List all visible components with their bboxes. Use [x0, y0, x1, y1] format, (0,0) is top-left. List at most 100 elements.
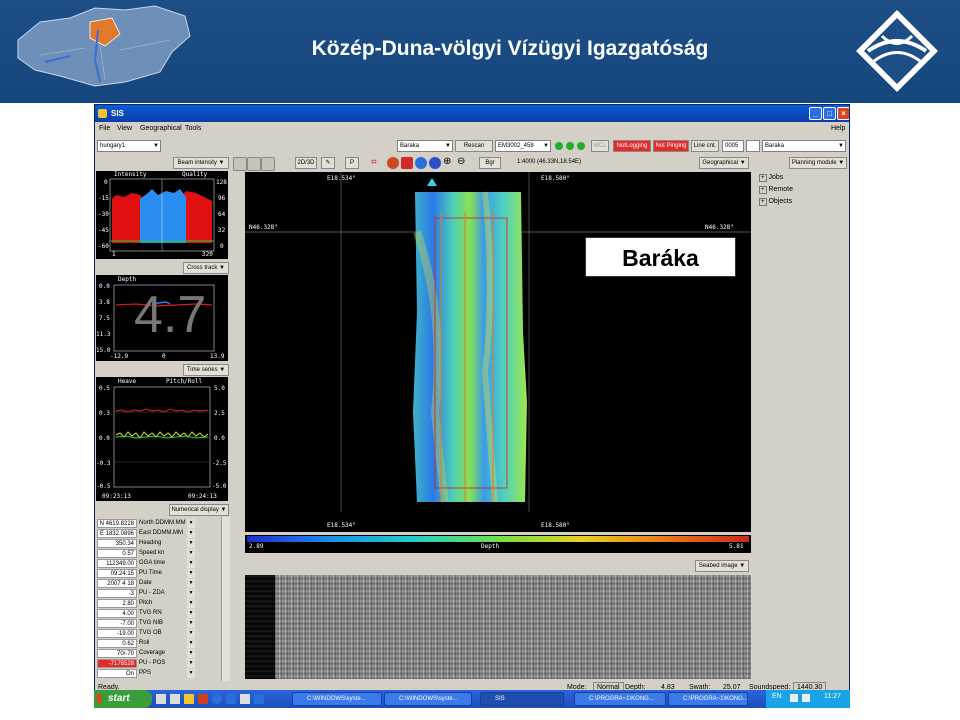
globe-icon[interactable] — [415, 157, 427, 169]
minimize-button[interactable]: _ — [809, 107, 822, 120]
numerical-dropdown[interactable]: ▼ — [187, 599, 195, 608]
numerical-value: 2007 4 18 — [97, 579, 137, 588]
quicklaunch-icon[interactable] — [240, 694, 250, 704]
zoom-in-icon[interactable]: ⊕ — [443, 156, 451, 167]
cross-track-select[interactable]: Cross track ▼ — [183, 262, 229, 274]
window-title: SIS — [111, 109, 124, 118]
quicklaunch-icon[interactable] — [170, 694, 180, 704]
numerical-dropdown[interactable]: ▼ — [187, 589, 195, 598]
map-coord-bl: E18.534° — [327, 522, 356, 529]
numerical-dropdown[interactable]: ▼ — [187, 529, 195, 538]
quicklaunch-icon[interactable] — [254, 694, 264, 704]
numerical-dropdown[interactable]: ▼ — [187, 619, 195, 628]
tool-button[interactable]: ✎ — [321, 157, 335, 169]
numerical-dropdown[interactable]: ▼ — [187, 609, 195, 618]
scale-field: 1:4000 (46.33N,18.54E) — [515, 157, 591, 169]
quicklaunch-icon[interactable] — [184, 694, 194, 704]
quicklaunch-icon[interactable] — [156, 694, 166, 704]
numerical-scrollbar[interactable] — [221, 517, 230, 681]
quicklaunch-icon[interactable] — [212, 694, 222, 704]
numerical-dropdown[interactable]: ▼ — [187, 539, 195, 548]
close-button[interactable]: × — [837, 107, 849, 120]
grid-icon[interactable]: ⌗ — [371, 157, 377, 168]
menu-tools[interactable]: Tools — [185, 125, 201, 132]
series-time-end: 09:24:13 — [188, 493, 217, 500]
planning-module-select[interactable]: Planning module ▼ — [789, 157, 847, 169]
bathymetry-map — [245, 172, 751, 512]
tool-icon[interactable] — [401, 157, 413, 169]
beam-intensity-select[interactable]: Beam intensity ▼ — [173, 157, 229, 169]
menu-help[interactable]: Help — [831, 125, 845, 132]
numerical-dropdown[interactable]: ▼ — [187, 569, 195, 578]
line-count-field[interactable]: 0005 — [722, 140, 744, 152]
view-2d3d-button[interactable]: 2D/3D — [295, 157, 317, 169]
zoom-out-icon[interactable]: ⊖ — [457, 156, 465, 167]
numerical-display-select[interactable]: Numerical display ▼ — [169, 504, 229, 516]
system-tray: EN 11:27 — [766, 690, 850, 708]
sonar-select[interactable]: EM3002_458 ▼ — [495, 140, 551, 152]
numerical-row: 0.57 Speed kn ▼ — [97, 549, 229, 559]
quicklaunch-icon[interactable] — [198, 694, 208, 704]
menu-geographical[interactable]: Geographical — [140, 125, 182, 132]
numerical-dropdown[interactable]: ▼ — [187, 629, 195, 638]
map-coord-lat-right: N46.328° — [705, 224, 734, 231]
language-indicator[interactable]: EN — [772, 693, 782, 700]
numerical-value: 2.80 — [97, 599, 137, 608]
survey-select[interactable]: Baraka ▼ — [397, 140, 453, 152]
numerical-dropdown[interactable]: ▼ — [187, 559, 195, 568]
tool-icon[interactable] — [233, 157, 247, 171]
status-light-icon — [577, 142, 585, 150]
quicklaunch-icon[interactable] — [226, 694, 236, 704]
rescan-button[interactable]: Rescan — [455, 140, 493, 152]
map-coord-lat-left: N46.328° — [249, 224, 278, 231]
taskbar-task[interactable]: SIS — [480, 692, 564, 706]
numerical-label: Heading — [139, 540, 162, 546]
numerical-dropdown[interactable]: ▼ — [187, 649, 195, 658]
tool-icon[interactable] — [387, 157, 399, 169]
geographical-select[interactable]: Geographical ▼ — [699, 157, 749, 169]
menu-view[interactable]: View — [117, 125, 132, 132]
project-select[interactable]: hungary1 ▼ — [97, 140, 161, 152]
maximize-button[interactable]: □ — [823, 107, 836, 120]
numerical-dropdown[interactable]: ▼ — [187, 579, 195, 588]
seabed-image-select[interactable]: Seabed image ▼ — [695, 560, 749, 572]
line-name-select[interactable]: Baraka ▼ — [762, 140, 846, 152]
taskbar-task[interactable]: C:\PROGRA~1\KONG... — [574, 692, 666, 706]
p-button[interactable]: P — [345, 157, 359, 169]
tree-item-objects[interactable]: + Objects — [759, 198, 792, 206]
menu-file[interactable]: File — [99, 125, 110, 132]
series-title-left: Heave — [118, 378, 137, 385]
numerical-dropdown[interactable]: ▼ — [187, 549, 195, 558]
tray-icon[interactable] — [790, 694, 798, 702]
tool-icon[interactable] — [247, 157, 261, 171]
numerical-dropdown[interactable]: ▼ — [187, 519, 195, 528]
series-y-left: 0.3 — [99, 410, 110, 417]
tray-icon[interactable] — [802, 694, 810, 702]
tree-item-jobs[interactable]: + Jobs — [759, 174, 783, 182]
map-coord-tr: E18.580° — [541, 175, 570, 182]
numerical-value: N 4619.8228 — [97, 519, 137, 528]
tool-icon[interactable] — [261, 157, 275, 171]
line-count-blank[interactable] — [746, 140, 760, 152]
taskbar-task[interactable]: C:\WINDOWS\syste... — [384, 692, 472, 706]
start-button[interactable]: start — [94, 690, 152, 708]
taskbar-task[interactable]: C:\PROGRA~1\KONG... — [668, 692, 748, 706]
help-icon[interactable] — [429, 157, 441, 169]
numerical-dropdown[interactable]: ▼ — [187, 659, 195, 668]
time-series-select[interactable]: Time series ▼ — [183, 364, 229, 376]
numerical-row: 0.62 Roll ▼ — [97, 639, 229, 649]
numerical-dropdown[interactable]: ▼ — [187, 639, 195, 648]
numerical-dropdown[interactable]: ▼ — [187, 669, 195, 678]
numerical-value: -3 — [97, 589, 137, 598]
bgr-button[interactable]: Bgr — [479, 157, 501, 169]
wcl-button[interactable]: WCL — [591, 140, 609, 152]
numerical-label: Speed kn — [139, 550, 165, 556]
seabed-image-view[interactable] — [245, 575, 751, 679]
numerical-row: 112349.00 GGA time ▼ — [97, 559, 229, 569]
depth-x: 0 — [162, 353, 166, 360]
tree-item-remote[interactable]: + Remote — [759, 186, 793, 194]
map-view[interactable]: E18.534° E18.580° N46.328° N46.328° E18.… — [245, 172, 751, 532]
taskbar-task[interactable]: C:\WINDOWS\syste... — [292, 692, 382, 706]
beam-y-right: 64 — [218, 211, 226, 218]
series-title-right: Pitch/Roll — [166, 378, 203, 385]
